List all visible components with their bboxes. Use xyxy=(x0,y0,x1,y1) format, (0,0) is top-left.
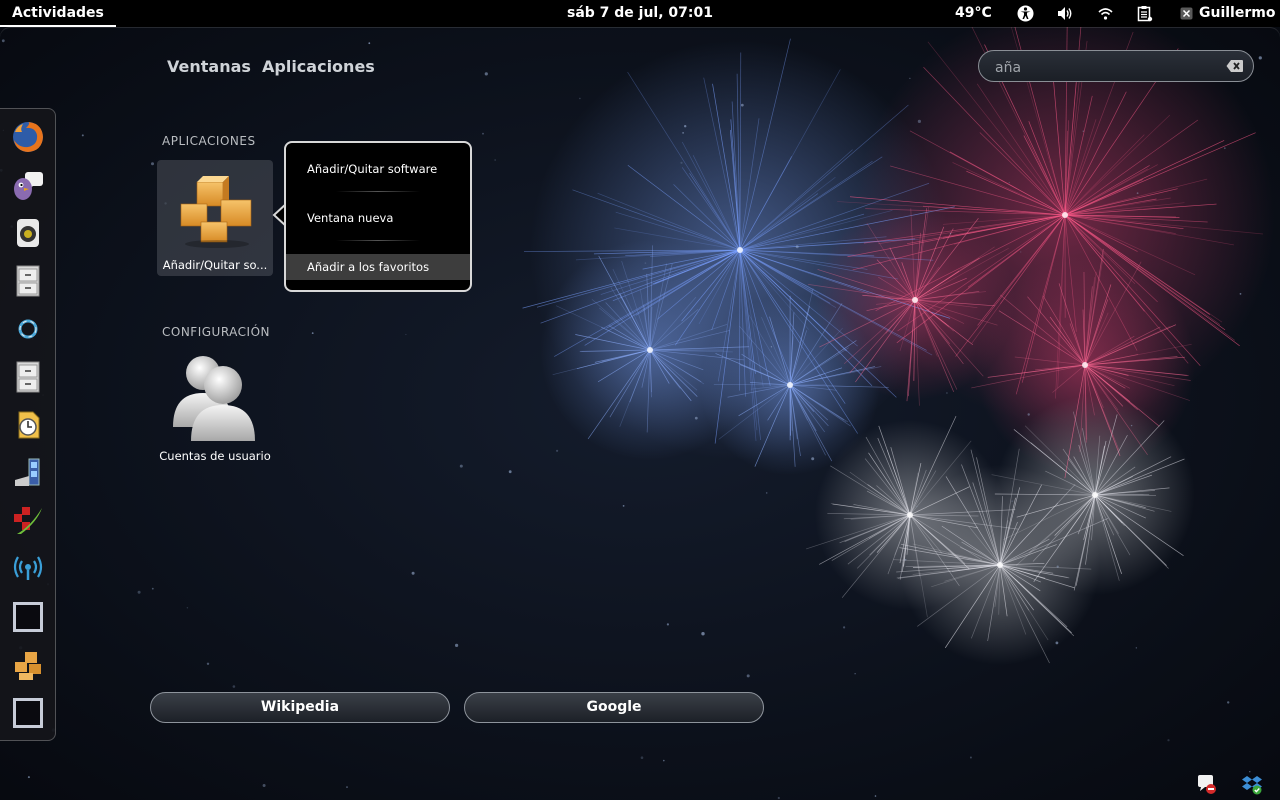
user-status-icon xyxy=(1180,7,1193,20)
search-box[interactable] xyxy=(978,50,1254,82)
rhythmbox-icon xyxy=(17,219,39,247)
clear-icon[interactable] xyxy=(1226,59,1244,73)
tab-applications[interactable]: Aplicaciones xyxy=(262,56,375,78)
users-icon xyxy=(173,356,255,441)
activities-button[interactable]: Actividades xyxy=(0,0,116,27)
media-app-icon xyxy=(15,458,40,486)
app-context-menu: Añadir/Quitar software Ventana nueva Aña… xyxy=(284,141,472,292)
dash-item-packages[interactable] xyxy=(8,645,48,685)
app-tile-label: Cuentas de usuario xyxy=(159,449,271,463)
packages-icon xyxy=(15,652,41,680)
dash-item-ring-app[interactable] xyxy=(8,309,48,349)
dash xyxy=(0,108,56,741)
packages-icon xyxy=(180,176,252,248)
dash-item-files[interactable] xyxy=(8,261,48,301)
app-tile-software[interactable]: Añadir/Quitar so... xyxy=(157,160,273,276)
user-name: Guillermo xyxy=(1199,5,1276,21)
tab-windows[interactable]: Ventanas xyxy=(167,56,251,78)
window-frame-icon xyxy=(13,698,43,728)
dash-item-wireless[interactable] xyxy=(8,549,48,589)
menu-separator xyxy=(336,191,420,192)
chat-busy-icon[interactable] xyxy=(1196,773,1218,795)
dash-item-window-2[interactable] xyxy=(8,693,48,733)
quill-app-icon xyxy=(14,507,42,534)
menu-item-open-software[interactable]: Añadir/Quitar software xyxy=(286,156,470,182)
clock-area: sáb 7 de jul, 07:01 xyxy=(0,0,1280,27)
dash-item-files-2[interactable] xyxy=(8,357,48,397)
top-panel: Actividades sáb 7 de jul, 07:01 49°C Gui… xyxy=(0,0,1280,27)
menu-item-new-window[interactable]: Ventana nueva xyxy=(286,205,470,231)
menu-item-add-favorites[interactable]: Añadir a los favoritos xyxy=(286,254,470,280)
accessibility-icon[interactable] xyxy=(1017,5,1034,22)
dash-item-quill-app[interactable] xyxy=(8,501,48,541)
wireless-icon xyxy=(13,556,43,580)
temperature-indicator[interactable]: 49°C xyxy=(955,0,992,27)
dash-item-media-app[interactable] xyxy=(8,453,48,493)
wifi-icon[interactable] xyxy=(1097,5,1114,22)
menu-separator xyxy=(336,240,420,241)
pidgin-icon xyxy=(14,172,43,200)
search-provider-wikipedia[interactable]: Wikipedia xyxy=(150,692,450,723)
dash-item-window[interactable] xyxy=(8,597,48,637)
user-menu[interactable]: Guillermo xyxy=(1180,0,1275,27)
dash-item-clock-app[interactable] xyxy=(8,405,48,445)
section-heading-applications: APLICACIONES xyxy=(162,134,256,148)
clipboard-icon[interactable] xyxy=(1136,5,1153,22)
clock-app-icon xyxy=(18,411,40,439)
clock-button[interactable]: sáb 7 de jul, 07:01 xyxy=(567,5,713,21)
dash-item-rhythmbox[interactable] xyxy=(8,213,48,253)
app-tile-user-accounts[interactable]: Cuentas de usuario xyxy=(157,345,273,463)
volume-icon[interactable] xyxy=(1057,5,1074,22)
firefox-icon xyxy=(13,122,43,152)
file-cabinet-icon xyxy=(16,361,40,393)
dropbox-icon[interactable] xyxy=(1241,773,1263,795)
ring-icon xyxy=(18,319,38,339)
search-input[interactable] xyxy=(993,57,1227,79)
section-heading-settings: CONFIGURACIÓN xyxy=(162,325,271,339)
file-cabinet-icon xyxy=(16,265,40,297)
dash-item-firefox[interactable] xyxy=(8,117,48,157)
search-provider-google[interactable]: Google xyxy=(464,692,764,723)
dash-item-pidgin[interactable] xyxy=(8,165,48,205)
app-tile-label: Añadir/Quitar so... xyxy=(162,258,268,272)
window-frame-icon xyxy=(13,602,43,632)
